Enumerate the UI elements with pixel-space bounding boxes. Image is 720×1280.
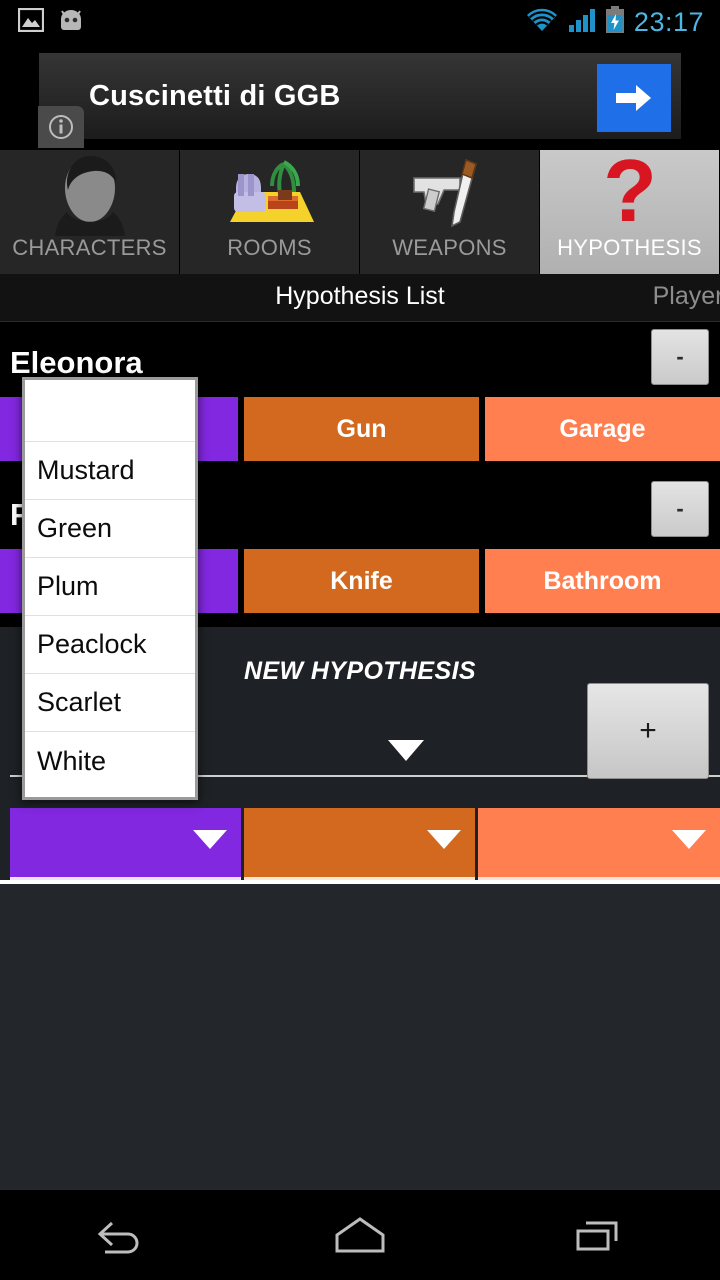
add-hypothesis-button[interactable]: +	[587, 683, 709, 779]
tab-label-hypothesis: HYPOTHESIS	[557, 235, 702, 260]
nav-back-button[interactable]	[45, 1190, 195, 1280]
home-icon	[335, 1217, 385, 1253]
android-head-icon	[56, 8, 86, 37]
signal-icon	[568, 7, 596, 38]
dropdown-caret-icon	[193, 830, 228, 855]
new-hypothesis-weapon-spinner[interactable]	[244, 808, 476, 880]
status-bar: 23:17	[0, 0, 720, 44]
new-hypothesis-character-spinner[interactable]	[10, 808, 242, 880]
lower-empty-panel	[0, 880, 720, 1190]
dropdown-caret-icon	[388, 740, 424, 767]
dropdown-item-scarlet[interactable]: Scarlet	[25, 674, 195, 732]
dropdown-caret-icon	[427, 830, 462, 855]
dropdown-caret-icon	[672, 830, 706, 855]
wifi-icon	[525, 7, 559, 38]
list-subheader: Hypothesis List Players	[0, 274, 720, 322]
tab-hypothesis[interactable]: ? HYPOTHESIS	[540, 150, 720, 274]
dropdown-item-white[interactable]: White	[25, 732, 195, 790]
hypothesis-room-cell[interactable]: Garage	[485, 397, 720, 461]
tab-bar: CHARACTERS ROOMS WEAPONS ? HYPOTHESIS	[0, 150, 720, 274]
svg-text:?: ?	[603, 151, 657, 237]
remove-hypothesis-button[interactable]: -	[651, 329, 709, 385]
tab-label-rooms: ROOMS	[227, 235, 312, 260]
person-silhouette-icon	[0, 150, 179, 237]
recents-icon	[576, 1221, 618, 1251]
subheader-title: Hypothesis List	[275, 282, 445, 310]
hypothesis-player-name: Eleonora	[10, 345, 143, 380]
status-bar-clock: 23:17	[633, 6, 704, 37]
status-bar-notifications	[0, 7, 86, 37]
new-hypothesis-room-spinner[interactable]	[478, 808, 720, 880]
tab-rooms[interactable]: ROOMS	[180, 150, 360, 274]
hypothesis-weapon-cell[interactable]: Gun	[244, 397, 479, 461]
dropdown-item-empty[interactable]	[25, 380, 195, 442]
nav-home-button[interactable]	[285, 1190, 435, 1280]
tab-weapons[interactable]: WEAPONS	[360, 150, 540, 274]
system-navigation-bar	[0, 1190, 720, 1280]
arrow-right-icon	[616, 85, 651, 111]
tab-characters[interactable]: CHARACTERS	[0, 150, 180, 274]
ad-title: Cuscinetti di GGB	[89, 79, 341, 112]
dropdown-item-green[interactable]: Green	[25, 500, 195, 558]
remove-hypothesis-button[interactable]: -	[651, 481, 709, 537]
image-icon	[17, 7, 45, 37]
gun-knife-icon	[360, 150, 539, 237]
back-icon	[97, 1221, 139, 1254]
tab-label-weapons: WEAPONS	[392, 235, 507, 260]
dropdown-item-plum[interactable]: Plum	[25, 558, 195, 616]
question-mark-icon: ?	[540, 150, 719, 237]
new-hypothesis-selectors	[10, 808, 720, 880]
app-screen: 23:17 Cuscinetti di GGB CHARACTERS ROOMS…	[0, 0, 720, 1280]
ad-cta-button[interactable]	[597, 64, 671, 132]
dropdown-item-mustard[interactable]: Mustard	[25, 442, 195, 500]
dropdown-item-peaclock[interactable]: Peaclock	[25, 616, 195, 674]
tab-label-characters: CHARACTERS	[12, 235, 167, 260]
ad-banner[interactable]: Cuscinetti di GGB	[0, 44, 720, 148]
hypothesis-weapon-cell[interactable]: Knife	[244, 549, 479, 613]
character-dropdown-popup[interactable]: Mustard Green Plum Peaclock Scarlet Whit…	[22, 377, 198, 800]
hypothesis-room-cell[interactable]: Bathroom	[485, 549, 720, 613]
nav-recents-button[interactable]	[525, 1190, 675, 1280]
info-icon	[49, 115, 73, 139]
armchair-plant-icon	[180, 150, 359, 237]
battery-charging-icon	[605, 5, 625, 39]
status-bar-system-icons: 23:17	[525, 5, 720, 39]
ad-info-button[interactable]	[38, 106, 84, 148]
ad-banner-body[interactable]: Cuscinetti di GGB	[38, 52, 682, 140]
subheader-players-tab[interactable]: Players	[653, 282, 720, 311]
